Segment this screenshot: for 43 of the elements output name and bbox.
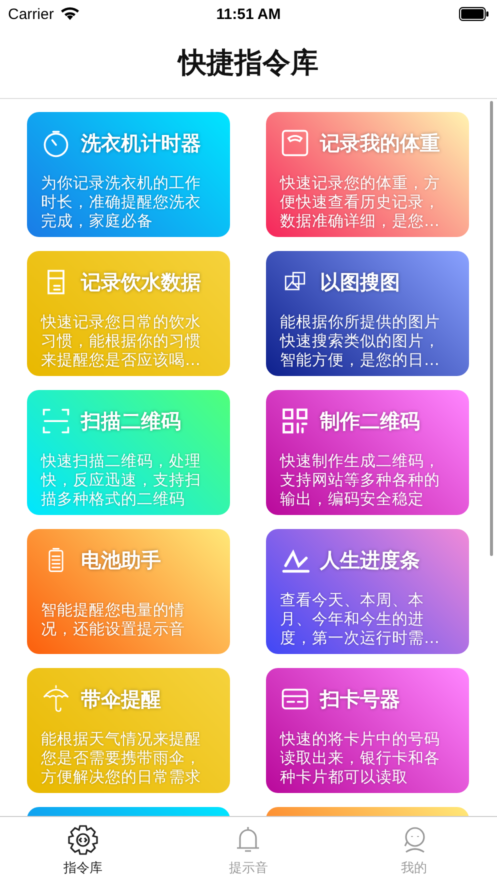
status-time: 11:51 AM (216, 6, 281, 22)
card-description: 快速的将卡片中的号码读取出来，银行卡和各种卡片都可以读取 (280, 730, 441, 787)
shortcut-card[interactable]: 扫卡号器 快速的将卡片中的号码读取出来，银行卡和各种卡片都可以读取 (266, 668, 469, 793)
shortcut-card[interactable]: 制作二维码 快速制作生成二维码，支持网站等多种各种的输出，编码安全稳定 (266, 390, 469, 515)
card-title: 带伞提醒 (81, 686, 161, 712)
card-title: 洗衣机计时器 (81, 130, 201, 156)
card-title: 以图搜图 (320, 268, 400, 296)
carrier-name: Carrier (8, 6, 54, 22)
tab-bar-item[interactable]: 指令库 (32, 817, 133, 883)
scale-icon (280, 128, 310, 158)
scan-icon (41, 406, 71, 436)
card-description: 为你记录洗衣机的工作时长，准确提醒您洗衣完成，家庭必备 (41, 174, 202, 231)
card-description: 快速扫描二维码，处理快，反应迅速，支持扫描多种格式的二维码 (41, 452, 202, 509)
qr-code-icon (280, 406, 310, 436)
tab-bar-item[interactable]: 我的 (364, 817, 464, 883)
card-title: 记录饮水数据 (81, 268, 201, 296)
shortcut-card[interactable]: 人生进度条 查看今天、本周、本月、今年和今生的进度，第一次运行时需… (266, 529, 469, 654)
card-title: 人生进度条 (320, 546, 420, 574)
card-description: 快速记录您日常的饮水习惯，能根据你的习惯来提醒您是否应该喝… (41, 313, 202, 370)
card-title: 扫描二维码 (81, 408, 181, 434)
shortcut-card[interactable]: 以图搜图 能根据你所提供的图片快速搜索类似的图片，智能方便，是您的日… (266, 251, 469, 376)
shortcut-card[interactable]: 洗衣机计时器 为你记录洗衣机的工作时长，准确提醒您洗衣完成，家庭必备 (27, 112, 230, 237)
battery-icon (459, 7, 489, 21)
card-title: 记录我的体重 (320, 130, 440, 156)
wifi-icon (60, 7, 80, 21)
card-description: 查看今天、本周、本月、今年和今生的进度，第一次运行时需… (280, 591, 440, 648)
card-title: 电池助手 (81, 546, 161, 574)
page-title: 快捷指令库 (178, 45, 318, 81)
card-description: 能根据你所提供的图片快速搜索类似的图片，智能方便，是您的日… (280, 313, 441, 370)
shortcut-card[interactable]: 电池助手 智能提醒您电量的情况，还能设置提示音 (27, 529, 230, 654)
card-description: 快速制作生成二维码，支持网站等多种各种的输出，编码安全稳定 (280, 452, 441, 509)
stopwatch-icon (41, 128, 71, 158)
card-description: 快速记录您的体重，方便快速查看历史记录，数据准确详细，是您… (280, 174, 441, 231)
tab-bar-item[interactable]: 提示音 (198, 817, 298, 883)
shortcut-card[interactable]: 记录饮水数据 快速记录您日常的饮水习惯，能根据你的习惯来提醒您是否应该喝… (27, 251, 230, 376)
shortcut-card[interactable]: 带伞提醒 能根据天气情况来提醒您是否需要携带雨伞，方便解决您的日常需求 (27, 668, 230, 793)
gear-code-icon (66, 824, 99, 856)
umbrella-icon (41, 684, 71, 714)
card-title: 扫卡号器 (320, 686, 400, 712)
card-description: 智能提醒您电量的情况，还能设置提示音 (41, 600, 186, 638)
card-description: 能根据天气情况来提醒您是否需要携带雨伞，方便解决您的日常需求 (41, 730, 202, 787)
card-title: 制作二维码 (320, 408, 420, 434)
shortcut-card[interactable]: 记录我的体重 快速记录您的体重，方便快速查看历史记录，数据准确详细，是您… (266, 112, 469, 237)
